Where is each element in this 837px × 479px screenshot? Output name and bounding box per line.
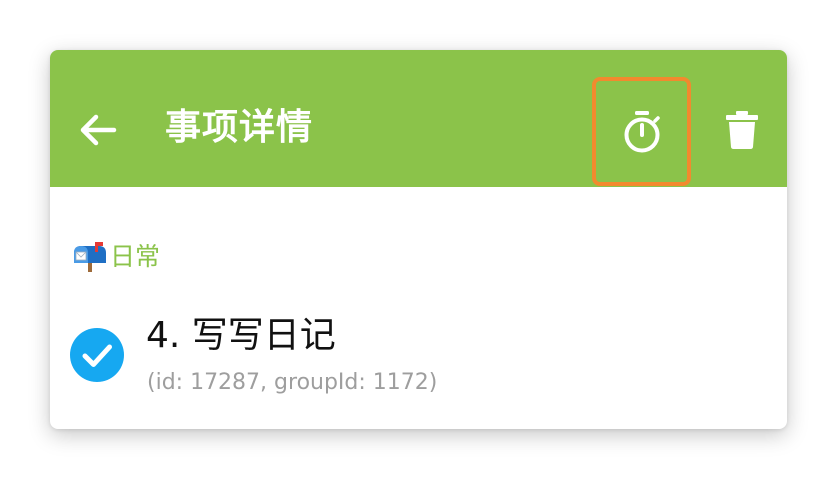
completed-checkbox[interactable] bbox=[70, 328, 124, 382]
item-detail-card: 事项详情 日常 4. 写写日记 (id: 17287, groupId: 117… bbox=[50, 50, 787, 429]
checkmark-icon bbox=[82, 344, 112, 367]
app-bar: 事项详情 bbox=[50, 50, 787, 187]
arrow-left-icon bbox=[80, 114, 117, 146]
stopwatch-icon bbox=[624, 111, 660, 153]
delete-button[interactable] bbox=[724, 110, 760, 150]
page-title: 事项详情 bbox=[165, 107, 314, 148]
category-label: 日常 bbox=[110, 242, 161, 271]
mailbox-icon bbox=[72, 242, 108, 272]
trash-icon bbox=[726, 111, 758, 149]
item-title: 4. 写写日记 bbox=[146, 315, 336, 356]
category-tag[interactable]: 日常 bbox=[72, 242, 160, 272]
item-meta: (id: 17287, groupId: 1172) bbox=[147, 370, 438, 395]
back-button[interactable] bbox=[78, 110, 118, 150]
timer-button[interactable] bbox=[592, 77, 691, 186]
